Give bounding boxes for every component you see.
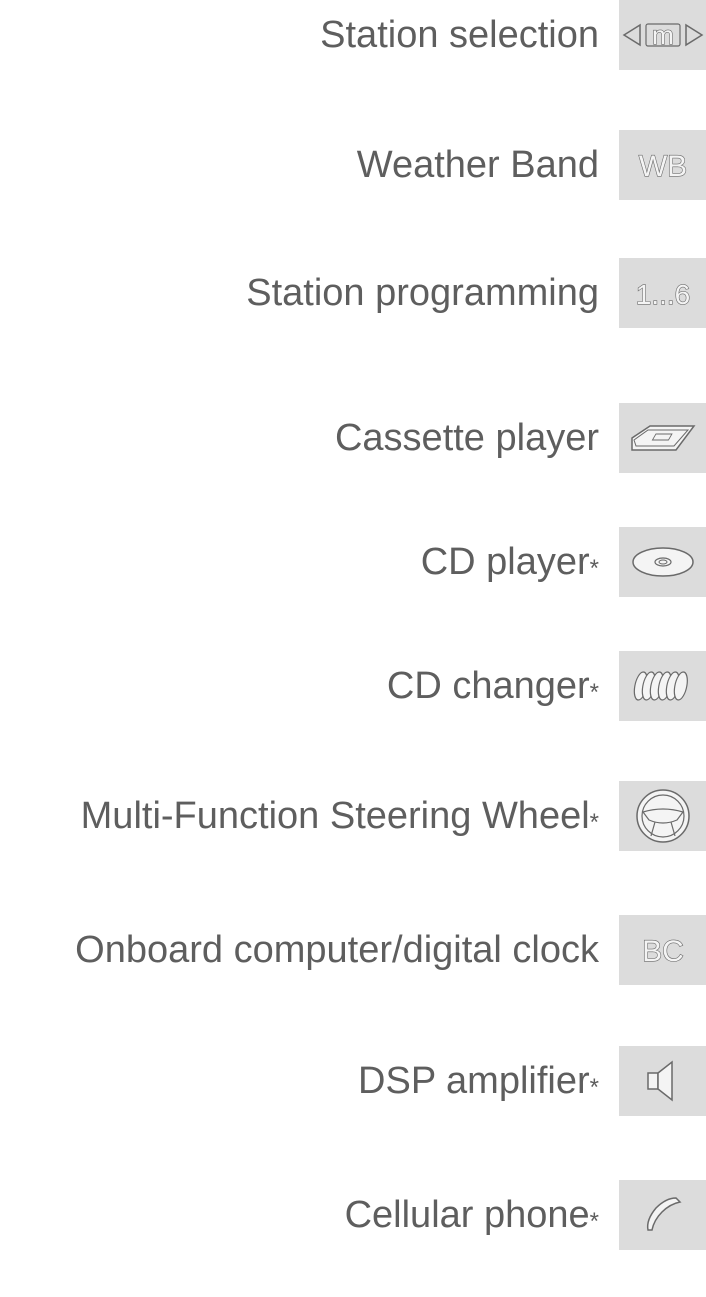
index-row-onboard-computer[interactable]: Onboard computer/digital clock BC [75, 915, 706, 985]
row-label: Weather Band [356, 144, 599, 186]
index-row-station-programming[interactable]: Station programming 1...6 [246, 258, 706, 328]
station-selection-icon: m [622, 20, 703, 50]
row-label: CD changer* [386, 665, 599, 707]
steering-wheel-icon [635, 789, 690, 843]
cellular-phone-tab[interactable] [619, 1180, 706, 1250]
row-label: Onboard computer/digital clock [75, 929, 599, 971]
phone-icon [646, 1197, 682, 1231]
onboard-computer-tab[interactable]: BC [619, 915, 706, 985]
svg-text:WB: WB [638, 150, 686, 183]
cd-player-tab[interactable] [619, 527, 706, 597]
cd-changer-tab[interactable] [619, 651, 706, 721]
row-label: Cassette player [334, 417, 599, 459]
steering-wheel-tab[interactable] [619, 781, 706, 851]
index-row-dsp-amplifier[interactable]: DSP amplifier* [358, 1046, 706, 1116]
svg-text:1...6: 1...6 [635, 279, 689, 310]
station-selection-tab[interactable]: m [619, 0, 706, 70]
station-programming-icon: 1...6 [635, 278, 691, 310]
weather-band-tab[interactable]: WB [619, 130, 706, 200]
row-label: Station selection [320, 14, 599, 56]
index-row-cd-changer[interactable]: CD changer* [387, 651, 706, 721]
cassette-icon [630, 425, 695, 451]
index-row-weather-band[interactable]: Weather Band WB [357, 130, 706, 200]
index-row-cassette-player[interactable]: Cassette player [335, 403, 706, 473]
cassette-player-tab[interactable] [619, 403, 706, 473]
speaker-icon [646, 1060, 673, 1102]
dsp-amplifier-tab[interactable] [619, 1046, 706, 1116]
cd-changer-icon [633, 671, 688, 701]
row-label: DSP amplifier* [358, 1060, 599, 1102]
index-row-steering-wheel[interactable]: Multi-Function Steering Wheel* [81, 781, 706, 851]
onboard-computer-icon: BC [641, 934, 684, 968]
station-programming-tab[interactable]: 1...6 [619, 258, 706, 328]
cd-icon [631, 547, 694, 577]
row-label: Multi-Function Steering Wheel* [80, 795, 599, 837]
row-label: CD player* [420, 541, 599, 583]
row-label: Cellular phone* [344, 1194, 599, 1236]
index-row-cellular-phone[interactable]: Cellular phone* [345, 1180, 706, 1250]
index-row-station-selection[interactable]: Station selection m [320, 0, 706, 70]
row-label: Station programming [246, 272, 599, 314]
svg-text:BC: BC [642, 935, 684, 968]
weather-band-icon: WB [638, 149, 688, 183]
index-row-cd-player[interactable]: CD player* [421, 527, 706, 597]
thumb-index: Station selection m Weather Band WB Stat… [0, 0, 706, 1297]
